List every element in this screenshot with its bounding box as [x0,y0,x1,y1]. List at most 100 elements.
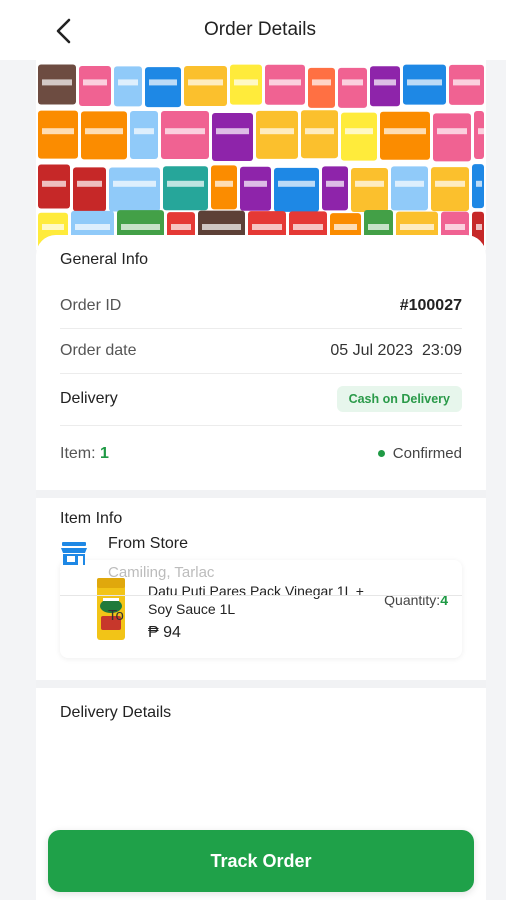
product-package [474,111,484,160]
package-label [312,79,331,86]
item-info-section: Item Info Datu Puti Pares Pack Vinegar 1… [36,498,486,680]
product-price: ₱ 94 [148,624,181,641]
package-label [407,79,442,86]
package-label [293,224,323,230]
product-package [380,111,430,160]
package-label [437,128,467,135]
product-package [338,67,367,108]
package-label [167,180,204,187]
package-label [171,224,191,230]
product-package [38,110,78,159]
package-label [326,180,344,187]
product-package [130,110,158,159]
package-label [278,180,315,187]
package-label [42,224,64,230]
order-id-row: Order ID #100027 [60,283,462,329]
package-label [42,128,74,135]
package-label [113,180,156,187]
product-package [114,66,142,107]
package-label [252,224,282,230]
item-count-label: Item: [60,444,96,462]
package-label [445,224,465,230]
order-status: Confirmed [377,445,462,462]
track-order-button[interactable]: Track Order [48,830,474,892]
product-package [308,67,335,108]
package-label [121,224,160,230]
package-label [476,224,482,230]
delivery-details-title: Delivery Details [60,704,172,721]
package-label [202,224,241,230]
order-status-label: Confirmed [392,445,462,462]
order-date-value: 05 Jul 2023 23:09 [330,341,462,359]
item-status-row: Item: 1 Confirmed [60,431,462,476]
product-package [163,166,208,211]
package-label [260,128,294,135]
product-package [73,167,106,212]
package-label [83,79,107,86]
general-info-section: General Info Order ID #100027 Order date… [36,235,486,490]
product-package [109,167,160,212]
package-label [374,79,396,86]
package-label [269,79,301,86]
store-icon [61,542,87,565]
status-dot-icon [377,450,385,457]
payment-method-badge: Cash on Delivery [336,386,462,412]
product-package [145,67,181,108]
product-package [274,167,319,212]
package-label [149,79,177,86]
product-package [370,66,400,107]
product-package [341,112,377,161]
item-count-value: 1 [100,444,109,462]
package-label [216,128,249,135]
package-label [165,128,205,135]
order-id-value: #100027 [399,296,462,314]
to-label: To [108,607,124,624]
delivery-label: Delivery [60,390,118,407]
package-label [342,79,363,86]
product-package [256,110,298,159]
grocery-products-image [38,64,484,250]
package-label [355,180,384,187]
delivery-divider [60,595,462,596]
from-store-label: From Store [108,535,189,552]
product-package [79,66,111,107]
package-label [234,79,258,86]
package-label [42,180,66,187]
general-info-title: General Info [60,251,149,268]
product-package [240,166,271,211]
order-date-label: Order date [60,341,137,359]
package-label [435,180,465,187]
order-details-screen: Order Details General Info Order ID #100… [0,0,506,900]
product-package [211,165,237,210]
product-package [212,113,253,162]
page-title: Order Details [204,19,316,40]
product-name: Datu Puti Pares Pack Vinegar 1L + Soy Sa… [148,583,364,617]
from-store-location: Camiling, Tarlac [108,564,215,581]
product-package [391,166,428,211]
package-label [368,224,389,230]
order-card: General Info Order ID #100027 Order date… [36,235,486,900]
package-label [77,180,102,187]
product-package [161,110,209,159]
package-label [334,224,357,230]
package-label [75,224,110,230]
package-label [42,79,72,86]
package-label [215,180,233,187]
package-label [244,180,267,187]
package-label [453,79,480,86]
package-label [305,128,334,135]
package-label [118,79,138,86]
product-package [431,167,469,212]
product-package [322,166,348,211]
package-label [395,180,424,187]
package-label [85,128,123,135]
package-label [134,128,154,135]
package-label [400,224,434,230]
product-package [81,111,127,160]
package-label [188,79,223,86]
header-bar: Order Details [0,0,506,60]
order-id-label: Order ID [60,296,122,314]
product-package [184,65,227,106]
delivery-row: Delivery Cash on Delivery [60,373,462,426]
package-label [384,128,426,135]
